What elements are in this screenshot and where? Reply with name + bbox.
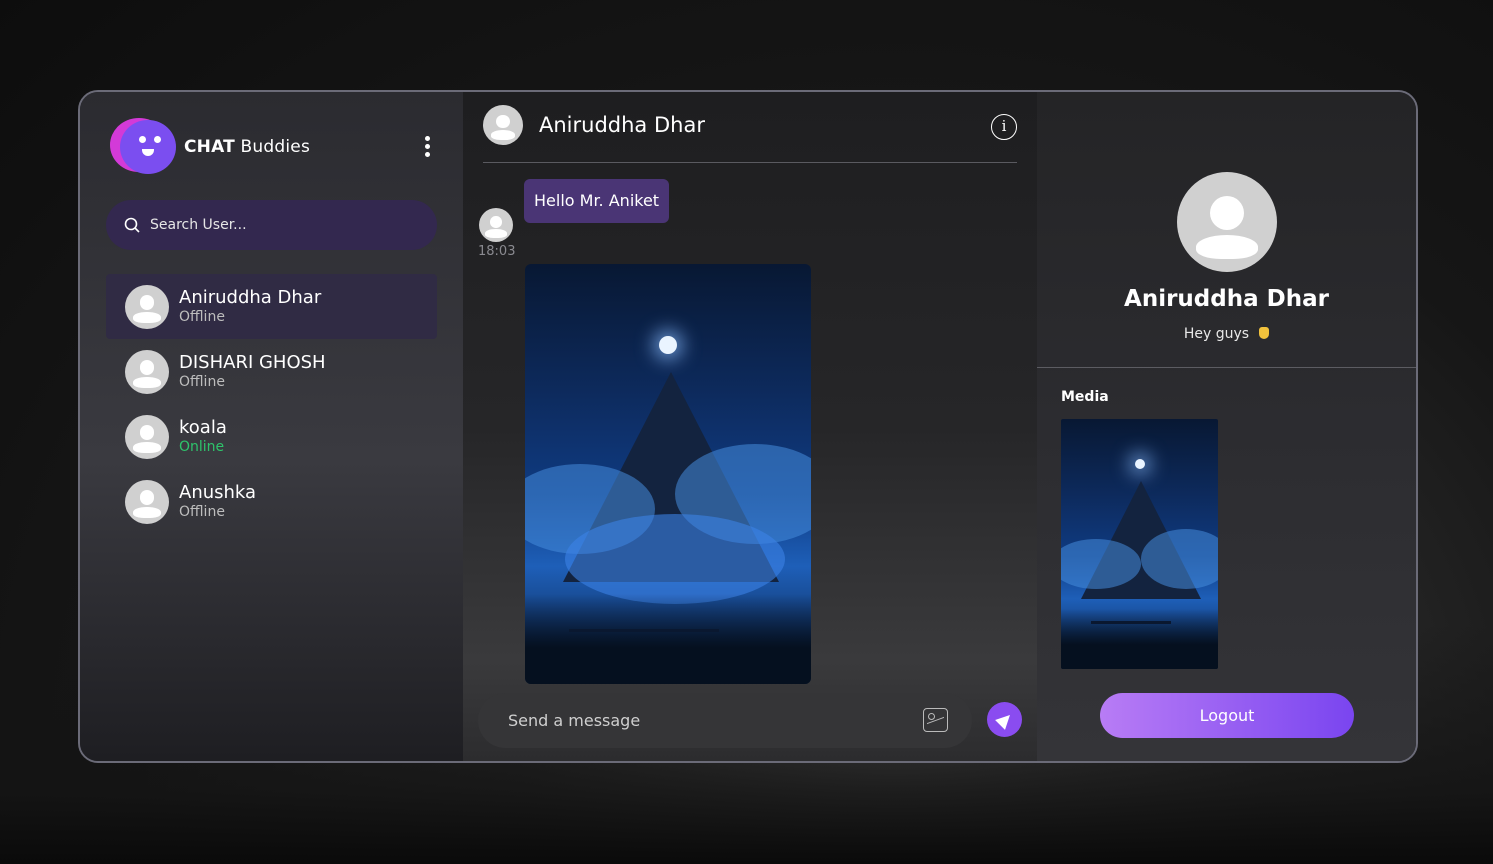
media-thumbnail[interactable] — [1061, 419, 1218, 669]
user-avatar-icon — [1176, 172, 1277, 272]
chat-header: Aniruddha Dhar i — [483, 105, 1017, 163]
send-button[interactable] — [987, 702, 1022, 737]
user-avatar-icon — [125, 284, 169, 329]
search-bar[interactable] — [106, 200, 437, 250]
user-avatar-icon[interactable] — [483, 105, 523, 145]
profile-bio: Hey guys — [1037, 326, 1416, 342]
contact-status: Offline — [179, 308, 225, 325]
media-label: Media — [1061, 389, 1109, 405]
message-composer — [478, 693, 972, 748]
message-input[interactable] — [508, 711, 908, 730]
message-time: 18:03 — [478, 244, 516, 259]
brand: CHAT Buddies — [106, 118, 310, 176]
search-icon — [124, 217, 140, 233]
user-avatar-icon — [125, 414, 169, 459]
message-image[interactable] — [525, 264, 811, 684]
user-avatar-icon — [125, 479, 169, 524]
kebab-menu-icon[interactable] — [425, 136, 431, 160]
contact-name: Anushka — [179, 482, 257, 504]
waving-hand-icon — [1259, 327, 1270, 339]
app-window: CHAT Buddies Aniruddha Dhar Offline DISH… — [78, 90, 1418, 763]
info-icon[interactable]: i — [991, 114, 1017, 140]
chat-logo-icon — [106, 118, 182, 176]
contact-item[interactable]: DISHARI GHOSH Offline — [106, 339, 437, 404]
contact-status: Offline — [179, 373, 225, 390]
detail-panel: Aniruddha Dhar Hey guys Media Logout — [1037, 92, 1416, 761]
user-avatar-icon — [125, 349, 169, 394]
message-bubble: Hello Mr. Aniket — [524, 179, 670, 223]
contact-item[interactable]: Aniruddha Dhar Offline — [106, 274, 437, 339]
contact-name: Aniruddha Dhar — [179, 287, 322, 309]
send-icon — [994, 709, 1015, 730]
contact-list: Aniruddha Dhar Offline DISHARI GHOSH Off… — [106, 274, 437, 534]
contact-item[interactable]: koala Online — [106, 404, 437, 469]
brand-name: CHAT Buddies — [184, 137, 311, 157]
profile-name: Aniruddha Dhar — [1124, 286, 1329, 312]
contact-status: Offline — [179, 503, 225, 520]
contact-item[interactable]: Anushka Offline — [106, 469, 437, 534]
chat-title: Aniruddha Dhar — [539, 113, 705, 137]
search-input[interactable] — [150, 217, 410, 233]
user-avatar-icon — [479, 208, 513, 242]
contact-status: Online — [179, 438, 225, 455]
contact-name: DISHARI GHOSH — [179, 352, 326, 374]
logout-button[interactable]: Logout — [1100, 693, 1354, 738]
contact-name: koala — [179, 417, 227, 439]
profile-section: Aniruddha Dhar Hey guys — [1037, 92, 1416, 368]
message-avatar — [479, 208, 513, 242]
chat-panel: Aniruddha Dhar i Hello Mr. Aniket 18:03 — [463, 92, 1037, 761]
sidebar: CHAT Buddies Aniruddha Dhar Offline DISH… — [80, 92, 463, 761]
image-upload-icon[interactable] — [923, 708, 948, 732]
